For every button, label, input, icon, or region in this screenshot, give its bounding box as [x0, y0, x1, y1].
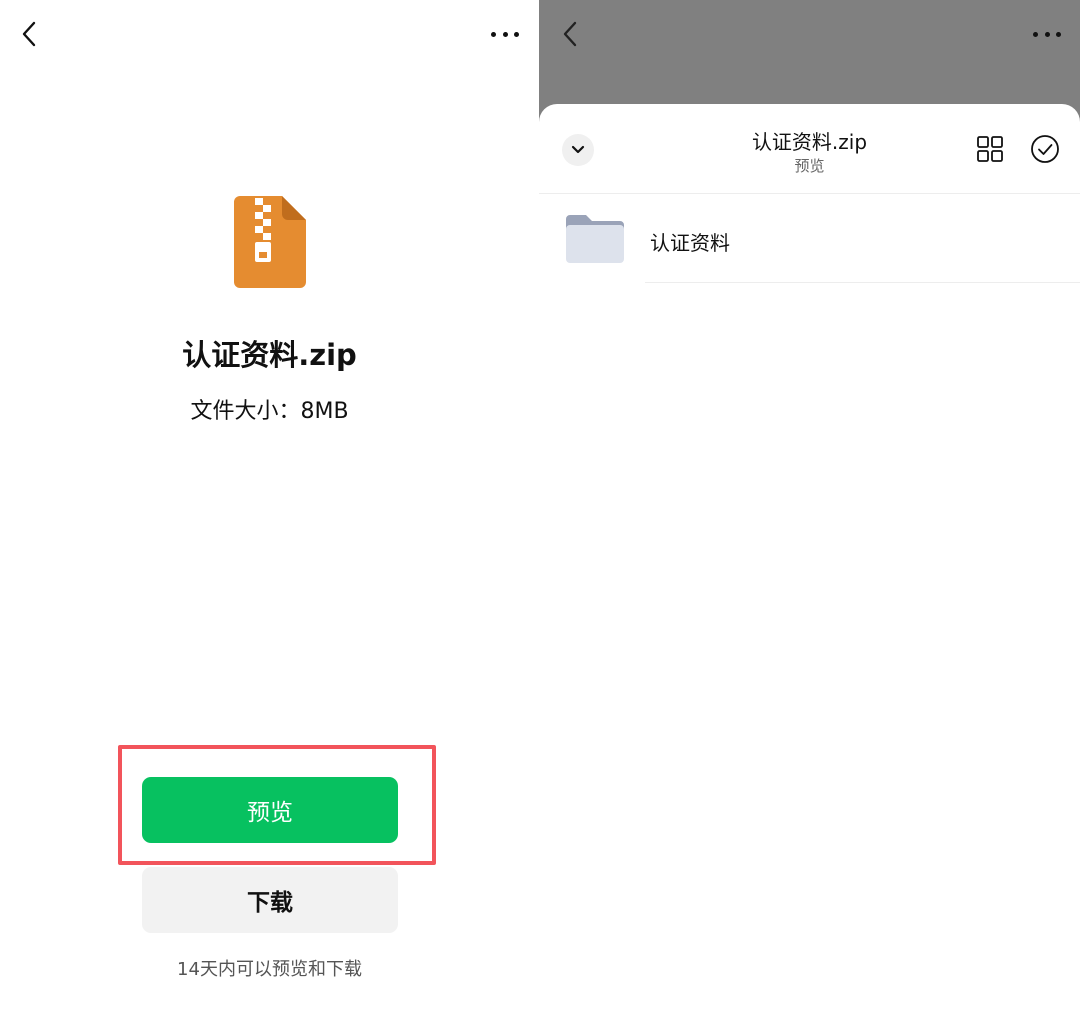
archive-preview-screen: 认证资料.zip 预览 认证资料: [539, 0, 1080, 1019]
file-size-value: 8MB: [300, 399, 349, 424]
zip-file-icon: [234, 196, 306, 288]
file-size-label: 文件大小：: [190, 399, 301, 424]
folder-label: 认证资料: [650, 231, 730, 255]
folder-icon: [566, 215, 624, 263]
grid-view-icon[interactable]: [977, 136, 1003, 162]
file-detail-screen: 认证资料.zip 文件大小：8MB 预览 下载 14天内可以预览和下载: [0, 0, 539, 1019]
expiry-note: 14天内可以预览和下载: [177, 959, 362, 980]
list-item[interactable]: 认证资料: [539, 194, 1080, 283]
more-dots-icon[interactable]: [491, 30, 519, 38]
preview-button[interactable]: 预览: [142, 777, 398, 843]
check-circle-icon[interactable]: [1030, 134, 1060, 164]
preview-sheet: 认证资料.zip 预览 认证资料: [539, 104, 1080, 1019]
row-divider: [645, 282, 1080, 283]
file-size: 文件大小：8MB: [0, 393, 539, 425]
chevron-left-icon[interactable]: [559, 20, 583, 48]
download-button[interactable]: 下载: [142, 867, 398, 933]
chevron-left-icon[interactable]: [18, 20, 42, 48]
more-dots-icon[interactable]: [1033, 30, 1061, 38]
file-name: 认证资料.zip: [182, 338, 357, 372]
